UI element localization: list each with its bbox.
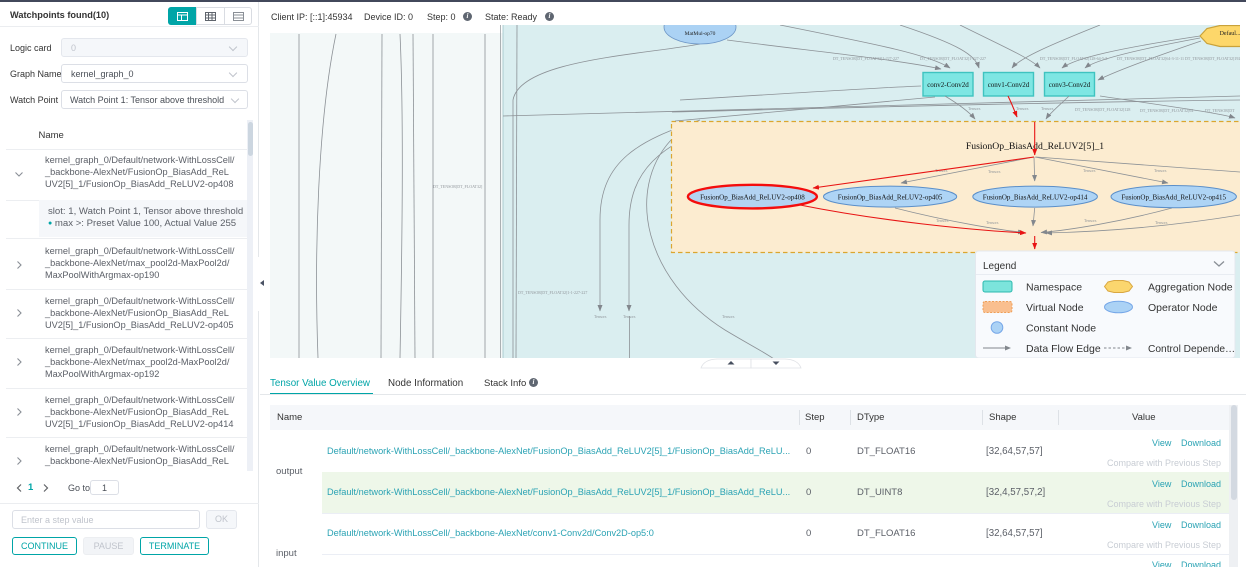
svg-text:MatMul-op70: MatMul-op70 — [685, 31, 716, 37]
svg-text:DT_TENSOR[DT_FLOAT32]1-227-227: DT_TENSOR[DT_FLOAT32]1-227-227 — [833, 56, 899, 61]
svg-text:DT_TENSOR[DT_FLOAT32]128-64-5-: DT_TENSOR[DT_FLOAT32]128-64-5-5 — [1040, 56, 1107, 61]
svg-text:DT_TENSOR[DT_FLOAT32]1-1-227-2: DT_TENSOR[DT_FLOAT32]1-1-227-227 — [518, 290, 587, 295]
svg-text:Virtual Node: Virtual Node — [1026, 302, 1084, 314]
svg-text:Tensors: Tensors — [986, 220, 999, 225]
svg-text:Tensors: Tensors — [1041, 106, 1054, 111]
svg-text:Namespace: Namespace — [1026, 282, 1082, 294]
svg-text:Tensors: Tensors — [1016, 106, 1029, 111]
svg-text:Tensors: Tensors — [968, 106, 981, 111]
svg-text:Tensors: Tensors — [594, 314, 607, 319]
svg-text:DT_TENSOR[DT_FLOAT32]: DT_TENSOR[DT_FLOAT32] — [433, 184, 483, 189]
svg-text:Operator Node: Operator Node — [1148, 302, 1218, 314]
svg-text:Defaul...: Defaul... — [1220, 30, 1241, 37]
svg-text:FusionOp_BiasAdd_ReLUV2-op408: FusionOp_BiasAdd_ReLUV2-op408 — [700, 194, 805, 202]
svg-text:Aggregation Node: Aggregation Node — [1148, 282, 1233, 294]
svg-text:Tensors: Tensors — [722, 314, 735, 319]
svg-text:Data Flow Edge: Data Flow Edge — [1026, 343, 1101, 355]
svg-text:DT_TENSOR[DT_FLOAT32]128: DT_TENSOR[DT_FLOAT32]128 — [1075, 107, 1130, 112]
svg-text:Legend: Legend — [983, 261, 1016, 272]
svg-text:Control Depende…: Control Depende… — [1148, 344, 1235, 355]
svg-text:conv3-Conv2d: conv3-Conv2d — [1049, 81, 1091, 89]
svg-text:FusionOp_BiasAdd_ReLUV2-op405: FusionOp_BiasAdd_ReLUV2-op405 — [838, 194, 943, 202]
svg-text:Tensors: Tensors — [936, 218, 949, 223]
svg-text:FusionOp_BiasAdd_ReLUV2-op415: FusionOp_BiasAdd_ReLUV2-op415 — [1121, 194, 1226, 202]
svg-text:Tensors: Tensors — [988, 169, 1001, 174]
svg-text:DT_TENSOR[DT_FLOAT32]192: DT_TENSOR[DT_FLOAT32]192 — [1185, 56, 1240, 61]
svg-text:Constant Node: Constant Node — [1026, 323, 1096, 335]
svg-text:FusionOp_BiasAdd_ReLUV2-op414: FusionOp_BiasAdd_ReLUV2-op414 — [983, 194, 1088, 202]
svg-text:conv2-Conv2d: conv2-Conv2d — [927, 81, 969, 89]
svg-text:conv1-Conv2d: conv1-Conv2d — [988, 81, 1030, 89]
svg-text:Tensors: Tensors — [1155, 220, 1168, 225]
svg-text:DT_TENSOR[DT: DT_TENSOR[DT — [1205, 108, 1235, 113]
svg-text:Tensors: Tensors — [1083, 168, 1096, 173]
svg-text:Tensors: Tensors — [623, 314, 636, 319]
svg-text:Tensors: Tensors — [1154, 168, 1167, 173]
svg-text:Tensors: Tensors — [1084, 218, 1097, 223]
svg-text:DT_TENSOR[DT_FLOAT32]1-227-227: DT_TENSOR[DT_FLOAT32]1-227-227 — [920, 56, 986, 61]
